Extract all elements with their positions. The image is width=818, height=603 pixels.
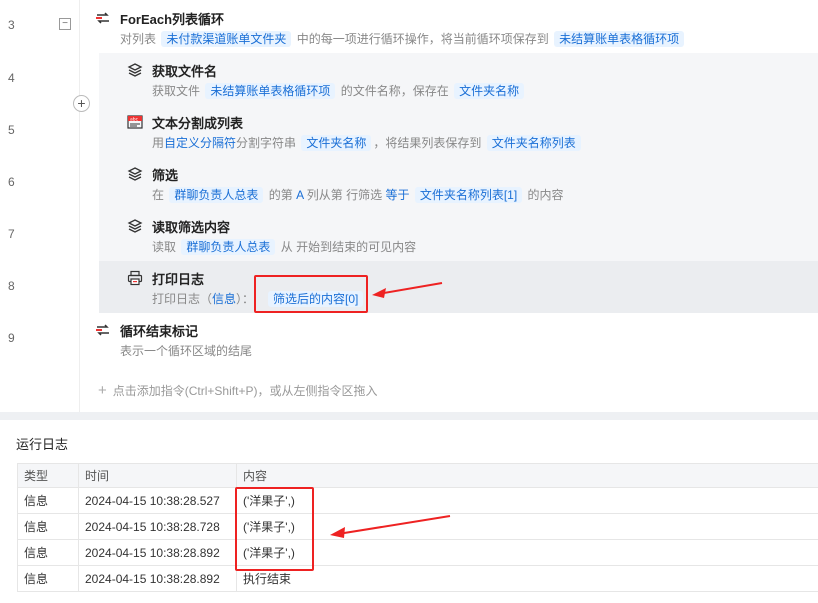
flow-editor: 3 4 5 6 7 8 9 − + ForEach列表循环 对列表 未付款渠道账… [0, 0, 818, 412]
command-desc: 用自定义分隔符分割字符串 文件夹名称 ，将结果列表保存到 文件夹名称列表 [152, 134, 583, 151]
log-time-cell: 2024-04-15 10:38:28.527 [78, 487, 237, 514]
loop-icon [96, 324, 109, 336]
log-time-cell: 2024-04-15 10:38:28.892 [78, 539, 237, 566]
line-number: 4 [8, 71, 15, 85]
column-header: 内容 [236, 463, 818, 488]
line-number: 5 [8, 123, 15, 137]
command-title: 读取筛选内容 [152, 220, 231, 235]
line-number: 9 [8, 331, 15, 345]
svg-text:abc: abc [130, 117, 139, 123]
annotation-highlight-box [235, 487, 314, 571]
plus-icon: + [98, 382, 107, 399]
log-type-cell: 信息 [17, 539, 79, 566]
log-type-cell: 信息 [17, 513, 79, 540]
log-time-cell: 2024-04-15 10:38:28.728 [78, 513, 237, 540]
layers-icon [127, 167, 143, 181]
command-title: ForEach列表循环 [120, 12, 225, 27]
log-content-cell: 执行结束 [236, 565, 818, 592]
log-type-cell: 信息 [17, 565, 79, 592]
command-desc: 表示一个循环区域的结尾 [120, 344, 253, 358]
table-row[interactable]: 信息 2024-04-15 10:38:28.892 ('洋果子',) [17, 539, 818, 566]
command-desc: 在 群聊负责人总表 的第 A 列从第 行筛选 等于 文件夹名称列表[1] 的内容 [152, 187, 564, 203]
annotation-arrow-icon [330, 515, 451, 538]
command-desc: 获取文件 未结算账单表格循环项 的文件名称，保存在 文件夹名称 [152, 82, 526, 99]
log-type-cell: 信息 [17, 487, 79, 514]
table-row[interactable]: 信息 2024-04-15 10:38:28.527 ('洋果子',) [17, 487, 818, 514]
log-panel-title: 运行日志 [16, 437, 69, 452]
line-number: 6 [8, 175, 15, 189]
loop-icon [96, 12, 109, 24]
column-header: 时间 [78, 463, 237, 488]
command-title: 筛选 [152, 168, 179, 183]
command-desc: 对列表 未付款渠道账单文件夹 中的每一项进行循环操作，将当前循环项保存到 未结算… [120, 30, 686, 47]
column-header: 类型 [17, 463, 79, 488]
text-split-icon: abc [127, 115, 143, 129]
log-content-cell: ('洋果子',) [236, 487, 818, 514]
panel-divider [0, 412, 818, 420]
log-content-cell: ('洋果子',) [236, 513, 818, 540]
add-step-button[interactable]: + [73, 95, 90, 112]
line-number: 3 [8, 18, 15, 32]
command-title: 文本分割成列表 [152, 116, 244, 131]
collapse-toggle[interactable]: − [59, 18, 71, 30]
log-time-cell: 2024-04-15 10:38:28.892 [78, 565, 237, 592]
annotation-highlight-box [254, 275, 368, 313]
line-gutter: 3 4 5 6 7 8 9 − + [0, 0, 90, 412]
layers-icon [127, 63, 143, 77]
line-number: 7 [8, 227, 15, 241]
add-command-hint[interactable]: + 点击添加指令(Ctrl+Shift+P)，或从左侧指令区拖入 [98, 382, 377, 399]
command-title: 循环结束标记 [120, 324, 199, 339]
log-content-cell: ('洋果子',) [236, 539, 818, 566]
command-title: 打印日志 [152, 272, 205, 287]
line-number: 8 [8, 279, 15, 293]
table-header-row: 类型 时间 内容 [17, 463, 818, 488]
layers-icon [127, 219, 143, 233]
annotation-arrow-icon [372, 282, 443, 298]
command-title: 获取文件名 [152, 64, 218, 79]
table-row[interactable]: 信息 2024-04-15 10:38:28.892 执行结束 [17, 565, 818, 592]
printer-icon [127, 270, 143, 286]
command-desc: 读取 群聊负责人总表 从 开始到结束的可见内容 [152, 239, 417, 255]
